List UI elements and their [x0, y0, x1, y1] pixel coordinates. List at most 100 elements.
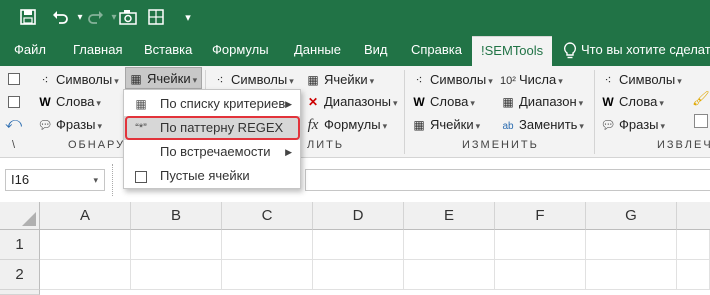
menu-item-by-criteria-list[interactable]: ▦ По списку критериев ▶ — [124, 92, 300, 116]
name-box-value: I16 — [11, 172, 30, 187]
highlight-icon[interactable]: 🖌︎ — [692, 90, 710, 107]
g3-range-button[interactable]: ▦ Диапазон ▾ — [500, 91, 583, 113]
g1-cells-button[interactable]: ▦ Ячейки ▾ — [125, 67, 203, 89]
g1-symbols-button[interactable]: ⁖ Символы ▾ — [37, 69, 118, 91]
column-header-c[interactable]: C — [222, 202, 313, 230]
cell[interactable] — [404, 260, 495, 290]
column-header-a[interactable]: A — [40, 202, 131, 230]
partial-icon[interactable] — [694, 114, 708, 128]
cell[interactable] — [313, 260, 404, 290]
formula-bar-splitter[interactable] — [112, 164, 114, 196]
cell[interactable] — [495, 260, 586, 290]
chevron-down-icon: ▾ — [677, 76, 682, 86]
ribbon-panel: ⤺ \ ⁖ Символы ▾ W Слова ▾ 💬︎ Фразы ▾ ▦ Ячейки ▾ … — [0, 66, 710, 158]
cell[interactable] — [586, 260, 677, 290]
chevron-down-icon: ▾ — [660, 121, 666, 131]
save-icon[interactable] — [18, 8, 38, 28]
g3-cells-label: Ячейки — [430, 117, 474, 132]
cell[interactable] — [677, 230, 710, 260]
cell[interactable] — [222, 260, 313, 290]
g1-words-button[interactable]: W Слова ▾ — [37, 91, 101, 113]
menu-item-by-frequency[interactable]: По встречаемости ▶ — [124, 140, 300, 164]
tab-formulas[interactable]: Формулы — [212, 36, 269, 66]
g3-numbers-button[interactable]: 10² Числа ▾ — [500, 69, 563, 91]
redo-icon[interactable] — [86, 8, 106, 28]
g3-cells-button[interactable]: ▦ Ячейки ▾ — [411, 114, 480, 136]
g3-replace-label: Заменить — [519, 117, 578, 132]
cell[interactable] — [40, 260, 131, 290]
row-header-2[interactable]: 2 — [0, 260, 40, 290]
g3-symbols-button[interactable]: ⁖ Символы ▾ — [411, 69, 493, 91]
g4-symbols-button[interactable]: ⁖ Символы ▾ — [600, 69, 682, 91]
select-all-corner[interactable] — [0, 202, 40, 230]
cell[interactable] — [40, 230, 131, 260]
g1-phrases-button[interactable]: 💬︎ Фразы ▾ — [37, 114, 102, 136]
menu-item-empty-cells[interactable]: Пустые ячейки — [124, 164, 300, 188]
tab-insert[interactable]: Вставка — [144, 36, 192, 66]
column-header-g[interactable]: G — [586, 202, 677, 230]
customize-icon[interactable]: ▾ — [178, 8, 198, 28]
g2-formulas-button[interactable]: fx Формулы ▾ — [305, 114, 388, 136]
tab-home[interactable]: Главная — [73, 36, 122, 66]
chevron-down-icon: ▾ — [470, 98, 475, 108]
speech-bubble-icon: 💬︎ — [600, 118, 616, 132]
tab-file[interactable]: Файл — [14, 36, 46, 66]
undo-arrow-icon[interactable]: ⤺ — [5, 115, 22, 133]
submenu-arrow-icon: ▶ — [285, 147, 292, 157]
column-header-e[interactable]: E — [404, 202, 495, 230]
column-header-f[interactable]: F — [495, 202, 586, 230]
replace-icon: ab — [502, 121, 514, 132]
submenu-arrow-icon: ▶ — [285, 99, 292, 109]
g4-words-button[interactable]: W Слова ▾ — [600, 91, 664, 113]
symbols-icon: ⁖ — [41, 73, 49, 87]
undo-icon[interactable] — [50, 8, 70, 28]
table-icon[interactable] — [146, 8, 166, 28]
camera-icon[interactable] — [118, 8, 138, 28]
g3-words-button[interactable]: W Слова ▾ — [411, 91, 475, 113]
tell-me-search[interactable]: Что вы хотите сделать? — [581, 36, 710, 66]
g2-symbols-button[interactable]: ⁖ Символы ▾ — [212, 69, 294, 91]
cell[interactable] — [404, 230, 495, 260]
ribbon-checkbox-1[interactable] — [8, 73, 20, 85]
g2-symbols-label: Символы — [231, 72, 288, 87]
g3-symbols-label: Символы — [430, 72, 487, 87]
group-label-modify: ИЗМЕНИТЬ — [462, 139, 539, 151]
group-separator-char: \ — [12, 139, 16, 151]
tab-help[interactable]: Справка — [411, 36, 462, 66]
tab-data[interactable]: Данные — [294, 36, 341, 66]
g3-range-label: Диапазон — [519, 94, 577, 109]
formula-input[interactable] — [305, 169, 710, 191]
cell[interactable] — [131, 260, 222, 290]
group-label-extract: ИЗВЛЕЧ — [657, 139, 710, 151]
tab-semtools[interactable]: !SEMTools — [472, 36, 553, 66]
chevron-down-icon: ▾ — [558, 76, 563, 86]
formula-bar: I16 ▾ — [0, 158, 710, 202]
g1-words-label: Слова — [56, 94, 95, 109]
chevron-down-icon: ▾ — [488, 76, 493, 86]
g2-cells-button[interactable]: ▦ Ячейки ▾ — [305, 69, 374, 91]
ribbon-checkbox-2[interactable] — [8, 96, 20, 108]
cell[interactable] — [131, 230, 222, 260]
column-header-h[interactable] — [677, 202, 710, 230]
cell[interactable] — [222, 230, 313, 260]
row-header-3[interactable] — [0, 290, 40, 295]
symbols-icon: ⁖ — [604, 73, 612, 87]
chevron-down-icon: ▾ — [659, 98, 664, 108]
table-icon: ▦ — [502, 95, 514, 109]
g3-replace-button[interactable]: ab Заменить ▾ — [500, 114, 584, 136]
cell[interactable] — [586, 230, 677, 260]
g4-phrases-button[interactable]: 💬︎ Фразы ▾ — [600, 114, 665, 136]
column-header-b[interactable]: B — [131, 202, 222, 230]
cell[interactable] — [495, 230, 586, 260]
cell[interactable] — [313, 230, 404, 260]
tab-view[interactable]: Вид — [364, 36, 388, 66]
g2-ranges-button[interactable]: ✕ Диапазоны ▾ — [305, 91, 398, 113]
chevron-down-icon: ▾ — [289, 76, 294, 86]
cell[interactable] — [677, 260, 710, 290]
column-header-d[interactable]: D — [313, 202, 404, 230]
words-icon: W — [602, 95, 614, 109]
menu-item-label: По списку критериев — [160, 96, 286, 111]
g4-words-label: Слова — [619, 94, 658, 109]
row-header-1[interactable]: 1 — [0, 230, 40, 260]
name-box[interactable]: I16 ▾ — [5, 169, 105, 191]
